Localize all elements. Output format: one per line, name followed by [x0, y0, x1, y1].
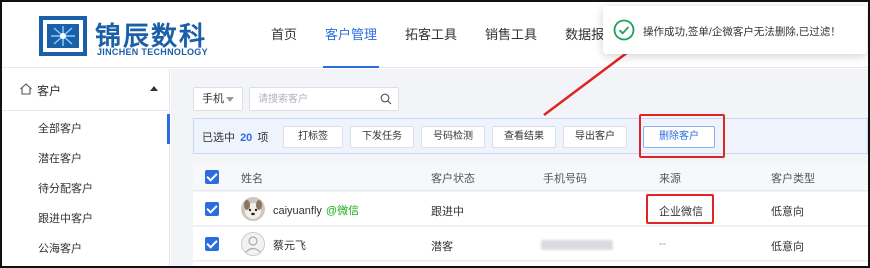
wechat-tag: @微信	[325, 205, 360, 217]
avatar	[241, 232, 265, 256]
customer-name: caiyuanfly	[273, 205, 322, 217]
selection-count: 20	[240, 132, 253, 144]
sidebar-item-unassigned-customers[interactable]: 待分配客户	[2, 174, 170, 204]
selection-count-text: 已选中 20 项	[202, 129, 268, 145]
tag-button[interactable]: 打标签	[283, 126, 343, 148]
assign-task-button[interactable]: 下发任务	[350, 126, 414, 148]
number-detect-button[interactable]: 号码检测	[421, 126, 485, 148]
customer-name-cell[interactable]: caiyuanfly @微信	[273, 202, 359, 218]
export-customers-button[interactable]: 导出客户	[563, 126, 627, 148]
blurred-phone-number	[541, 240, 613, 250]
search-input[interactable]	[250, 88, 370, 110]
sidebar-item-public-pool-customers[interactable]: 公海客户	[2, 234, 170, 264]
column-header-phone: 手机号码	[543, 173, 587, 185]
check-circle-icon	[613, 19, 635, 41]
customer-name[interactable]: 蔡元飞	[273, 237, 306, 253]
nav-item-home[interactable]: 首页	[257, 2, 311, 68]
table-header: 姓名 客户状态 手机号码 来源 客户类型	[193, 163, 868, 191]
caret-down-icon	[226, 97, 234, 102]
table-row[interactable]: 蔡元飞 潜客 -- 低意向	[193, 227, 868, 261]
dog-avatar-icon	[241, 197, 265, 221]
search-row: 手机	[193, 87, 399, 113]
customer-type-cell: 低意向	[771, 241, 804, 253]
customer-status-cell: 跟进中	[431, 206, 464, 218]
selection-suffix: 项	[257, 132, 269, 144]
search-type-value: 手机	[202, 93, 224, 105]
view-result-button[interactable]: 查看结果	[492, 126, 556, 148]
search-box[interactable]	[249, 87, 399, 111]
nav-item-customer-management[interactable]: 客户管理	[311, 2, 391, 68]
delete-customers-button[interactable]: 删除客户	[643, 126, 715, 148]
customer-source-cell: 企业微信	[659, 206, 703, 218]
brand-logo[interactable]: 锦辰数科 JINCHEN TECHNOLOGY	[39, 16, 219, 58]
brand-name-en: JINCHEN TECHNOLOGY	[97, 47, 208, 57]
customer-type-cell: 低意向	[771, 206, 804, 218]
success-toast: 操作成功,签单/企微客户无法删除,已过滤！	[603, 6, 867, 54]
selection-prefix: 已选中	[202, 132, 235, 144]
toast-message: 操作成功,签单/企微客户无法删除,已过滤！	[643, 26, 841, 38]
column-header-type: 客户类型	[771, 173, 815, 185]
table-row[interactable]	[193, 262, 868, 266]
nav-item-prospecting-tools[interactable]: 拓客工具	[391, 2, 471, 68]
sidebar-item-following-customers[interactable]: 跟进中客户	[2, 204, 170, 234]
sidebar-section-label: 客户	[37, 84, 62, 98]
search-icon[interactable]	[380, 93, 392, 105]
sidebar-item-all-customers[interactable]: 全部客户	[2, 114, 170, 144]
row-checkbox[interactable]	[205, 237, 219, 251]
logo-mark-icon	[39, 16, 87, 56]
home-icon	[20, 83, 32, 95]
select-all-checkbox[interactable]	[205, 170, 219, 184]
sidebar-item-potential-customers[interactable]: 潜在客户	[2, 144, 170, 174]
screenshot-frame: 锦辰数科 JINCHEN TECHNOLOGY 首页 客户管理 拓客工具 销售工…	[0, 0, 870, 268]
search-type-select[interactable]: 手机	[193, 87, 243, 111]
bulk-action-bar: 已选中 20 项 打标签 下发任务 号码检测 查看结果 导出客户 删除客户	[193, 118, 868, 154]
column-header-source: 来源	[659, 173, 681, 185]
user-avatar-icon	[244, 236, 262, 254]
main-nav: 首页 客户管理 拓客工具 销售工具 数据报表	[257, 2, 631, 68]
table-row[interactable]: caiyuanfly @微信 跟进中 企业微信 低意向	[193, 192, 868, 226]
row-checkbox[interactable]	[205, 202, 219, 216]
sidebar-section-customer[interactable]: 客户	[2, 69, 170, 111]
chevron-up-icon[interactable]	[150, 86, 158, 91]
sidebar: 客户 全部客户 潜在客户 待分配客户 跟进中客户 公海客户	[2, 69, 170, 266]
main-content: 手机 已选中 20 项 打标签 下发任务 号码检测 查看结果 导出客户	[171, 69, 868, 266]
avatar	[241, 197, 265, 221]
customer-source-cell: --	[659, 238, 667, 250]
nav-item-sales-tools[interactable]: 销售工具	[471, 2, 551, 68]
column-header-status: 客户状态	[431, 173, 475, 185]
column-header-name: 姓名	[241, 173, 263, 185]
customer-status-cell: 潜客	[431, 241, 453, 253]
sidebar-list: 全部客户 潜在客户 待分配客户 跟进中客户 公海客户	[2, 114, 170, 264]
